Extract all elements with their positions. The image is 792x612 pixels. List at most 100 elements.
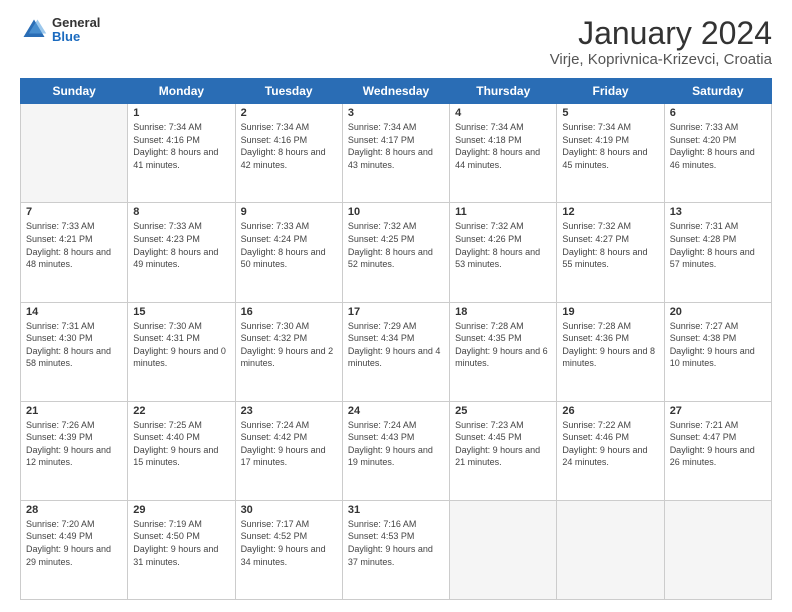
calendar-cell: 6Sunrise: 7:33 AM Sunset: 4:20 PM Daylig… [664,104,771,203]
calendar-week-row: 14Sunrise: 7:31 AM Sunset: 4:30 PM Dayli… [21,302,772,401]
day-number: 24 [348,405,444,417]
day-number: 5 [562,107,658,119]
calendar-cell: 23 Sunrise: 7:24 AM Sunset: 4:42 PM Dayli… [235,401,342,500]
calendar-cell: 22 Sunrise: 7:25 AM Sunset: 4:40 PM Dayli… [128,401,235,500]
calendar-day-header: Friday [557,79,664,104]
cell-info: Sunrise: 7:30 AM Sunset: 4:32 PM Dayligh… [241,320,337,370]
calendar-week-row: 7 Sunrise: 7:33 AM Sunset: 4:21 PM Daylig… [21,203,772,302]
cell-info: Sunrise: 7:17 AM Sunset: 4:52 PM Dayligh… [241,518,337,568]
calendar-cell: 12 Sunrise: 7:32 AM Sunset: 4:27 PM Dayli… [557,203,664,302]
calendar-cell: 27 Sunrise: 7:21 AM Sunset: 4:47 PM Dayli… [664,401,771,500]
calendar-cell: 13Sunrise: 7:31 AM Sunset: 4:28 PM Dayli… [664,203,771,302]
cell-info: Sunrise: 7:20 AM Sunset: 4:49 PM Dayligh… [26,518,122,568]
cell-info: Sunrise: 7:25 AM Sunset: 4:40 PM Dayligh… [133,419,229,469]
calendar-cell: 28 Sunrise: 7:20 AM Sunset: 4:49 PM Dayli… [21,500,128,599]
day-number: 15 [133,306,229,318]
cell-info: Sunrise: 7:26 AM Sunset: 4:39 PM Dayligh… [26,419,122,469]
cell-info: Sunrise: 7:23 AM Sunset: 4:45 PM Dayligh… [455,419,551,469]
day-number: 6 [670,107,766,119]
page-subtitle: Virje, Koprivnica-Krizevci, Croatia [550,51,772,68]
day-number: 30 [241,504,337,516]
calendar-cell: 17 Sunrise: 7:29 AM Sunset: 4:34 PM Dayli… [342,302,449,401]
calendar-header-row: SundayMondayTuesdayWednesdayThursdayFrid… [21,79,772,104]
cell-info: Sunrise: 7:34 AM Sunset: 4:17 PM Dayligh… [348,121,444,171]
cell-info: Sunrise: 7:33 AM Sunset: 4:21 PM Dayligh… [26,220,122,270]
day-number: 4 [455,107,551,119]
day-number: 25 [455,405,551,417]
cell-info: Sunrise: 7:22 AM Sunset: 4:46 PM Dayligh… [562,419,658,469]
day-number: 17 [348,306,444,318]
cell-info: Sunrise: 7:29 AM Sunset: 4:34 PM Dayligh… [348,320,444,370]
day-number: 29 [133,504,229,516]
cell-info: Sunrise: 7:34 AM Sunset: 4:16 PM Dayligh… [133,121,229,171]
day-number: 1 [133,107,229,119]
calendar-cell: 24 Sunrise: 7:24 AM Sunset: 4:43 PM Dayli… [342,401,449,500]
logo-general: General [52,16,100,30]
calendar-cell: 19 Sunrise: 7:28 AM Sunset: 4:36 PM Dayli… [557,302,664,401]
logo-icon [20,16,48,44]
calendar-day-header: Thursday [450,79,557,104]
calendar-cell: 21 Sunrise: 7:26 AM Sunset: 4:39 PM Dayli… [21,401,128,500]
day-number: 26 [562,405,658,417]
cell-info: Sunrise: 7:32 AM Sunset: 4:25 PM Dayligh… [348,220,444,270]
calendar-cell: 18 Sunrise: 7:28 AM Sunset: 4:35 PM Dayli… [450,302,557,401]
calendar-cell: 2Sunrise: 7:34 AM Sunset: 4:16 PM Daylig… [235,104,342,203]
cell-info: Sunrise: 7:19 AM Sunset: 4:50 PM Dayligh… [133,518,229,568]
day-number: 9 [241,206,337,218]
calendar-cell: 11Sunrise: 7:32 AM Sunset: 4:26 PM Dayli… [450,203,557,302]
calendar-cell: 9 Sunrise: 7:33 AM Sunset: 4:24 PM Daylig… [235,203,342,302]
calendar-day-header: Wednesday [342,79,449,104]
day-number: 28 [26,504,122,516]
day-number: 7 [26,206,122,218]
cell-info: Sunrise: 7:28 AM Sunset: 4:35 PM Dayligh… [455,320,551,370]
cell-info: Sunrise: 7:27 AM Sunset: 4:38 PM Dayligh… [670,320,766,370]
calendar-cell: 26 Sunrise: 7:22 AM Sunset: 4:46 PM Dayli… [557,401,664,500]
page-title: January 2024 [550,16,772,51]
calendar-cell: 10 Sunrise: 7:32 AM Sunset: 4:25 PM Dayli… [342,203,449,302]
title-block: January 2024 Virje, Koprivnica-Krizevci,… [550,16,772,68]
calendar-cell [664,500,771,599]
day-number: 19 [562,306,658,318]
day-number: 12 [562,206,658,218]
calendar-cell: 16Sunrise: 7:30 AM Sunset: 4:32 PM Dayli… [235,302,342,401]
calendar-cell: 31Sunrise: 7:16 AM Sunset: 4:53 PM Dayli… [342,500,449,599]
cell-info: Sunrise: 7:16 AM Sunset: 4:53 PM Dayligh… [348,518,444,568]
calendar-day-header: Sunday [21,79,128,104]
cell-info: Sunrise: 7:32 AM Sunset: 4:27 PM Dayligh… [562,220,658,270]
logo: General Blue [20,16,100,45]
calendar-cell: 8Sunrise: 7:33 AM Sunset: 4:23 PM Daylig… [128,203,235,302]
calendar-cell [450,500,557,599]
calendar-cell: 5 Sunrise: 7:34 AM Sunset: 4:19 PM Daylig… [557,104,664,203]
cell-info: Sunrise: 7:34 AM Sunset: 4:18 PM Dayligh… [455,121,551,171]
cell-info: Sunrise: 7:28 AM Sunset: 4:36 PM Dayligh… [562,320,658,370]
cell-info: Sunrise: 7:34 AM Sunset: 4:19 PM Dayligh… [562,121,658,171]
calendar-cell [21,104,128,203]
calendar-week-row: 1 Sunrise: 7:34 AM Sunset: 4:16 PM Daylig… [21,104,772,203]
header: General Blue January 2024 Virje, Koprivn… [20,16,772,68]
calendar-day-header: Saturday [664,79,771,104]
day-number: 22 [133,405,229,417]
day-number: 10 [348,206,444,218]
calendar-cell [557,500,664,599]
calendar-table: SundayMondayTuesdayWednesdayThursdayFrid… [20,78,772,600]
day-number: 27 [670,405,766,417]
logo-text: General Blue [52,16,100,45]
cell-info: Sunrise: 7:33 AM Sunset: 4:24 PM Dayligh… [241,220,337,270]
day-number: 14 [26,306,122,318]
cell-info: Sunrise: 7:24 AM Sunset: 4:42 PM Dayligh… [241,419,337,469]
logo-blue: Blue [52,30,100,44]
day-number: 18 [455,306,551,318]
calendar-cell: 14Sunrise: 7:31 AM Sunset: 4:30 PM Dayli… [21,302,128,401]
calendar-cell: 3 Sunrise: 7:34 AM Sunset: 4:17 PM Daylig… [342,104,449,203]
cell-info: Sunrise: 7:31 AM Sunset: 4:28 PM Dayligh… [670,220,766,270]
calendar-cell: 4 Sunrise: 7:34 AM Sunset: 4:18 PM Daylig… [450,104,557,203]
cell-info: Sunrise: 7:34 AM Sunset: 4:16 PM Dayligh… [241,121,337,171]
calendar-cell: 1 Sunrise: 7:34 AM Sunset: 4:16 PM Daylig… [128,104,235,203]
day-number: 21 [26,405,122,417]
day-number: 3 [348,107,444,119]
day-number: 20 [670,306,766,318]
cell-info: Sunrise: 7:21 AM Sunset: 4:47 PM Dayligh… [670,419,766,469]
cell-info: Sunrise: 7:32 AM Sunset: 4:26 PM Dayligh… [455,220,551,270]
cell-info: Sunrise: 7:24 AM Sunset: 4:43 PM Dayligh… [348,419,444,469]
day-number: 23 [241,405,337,417]
